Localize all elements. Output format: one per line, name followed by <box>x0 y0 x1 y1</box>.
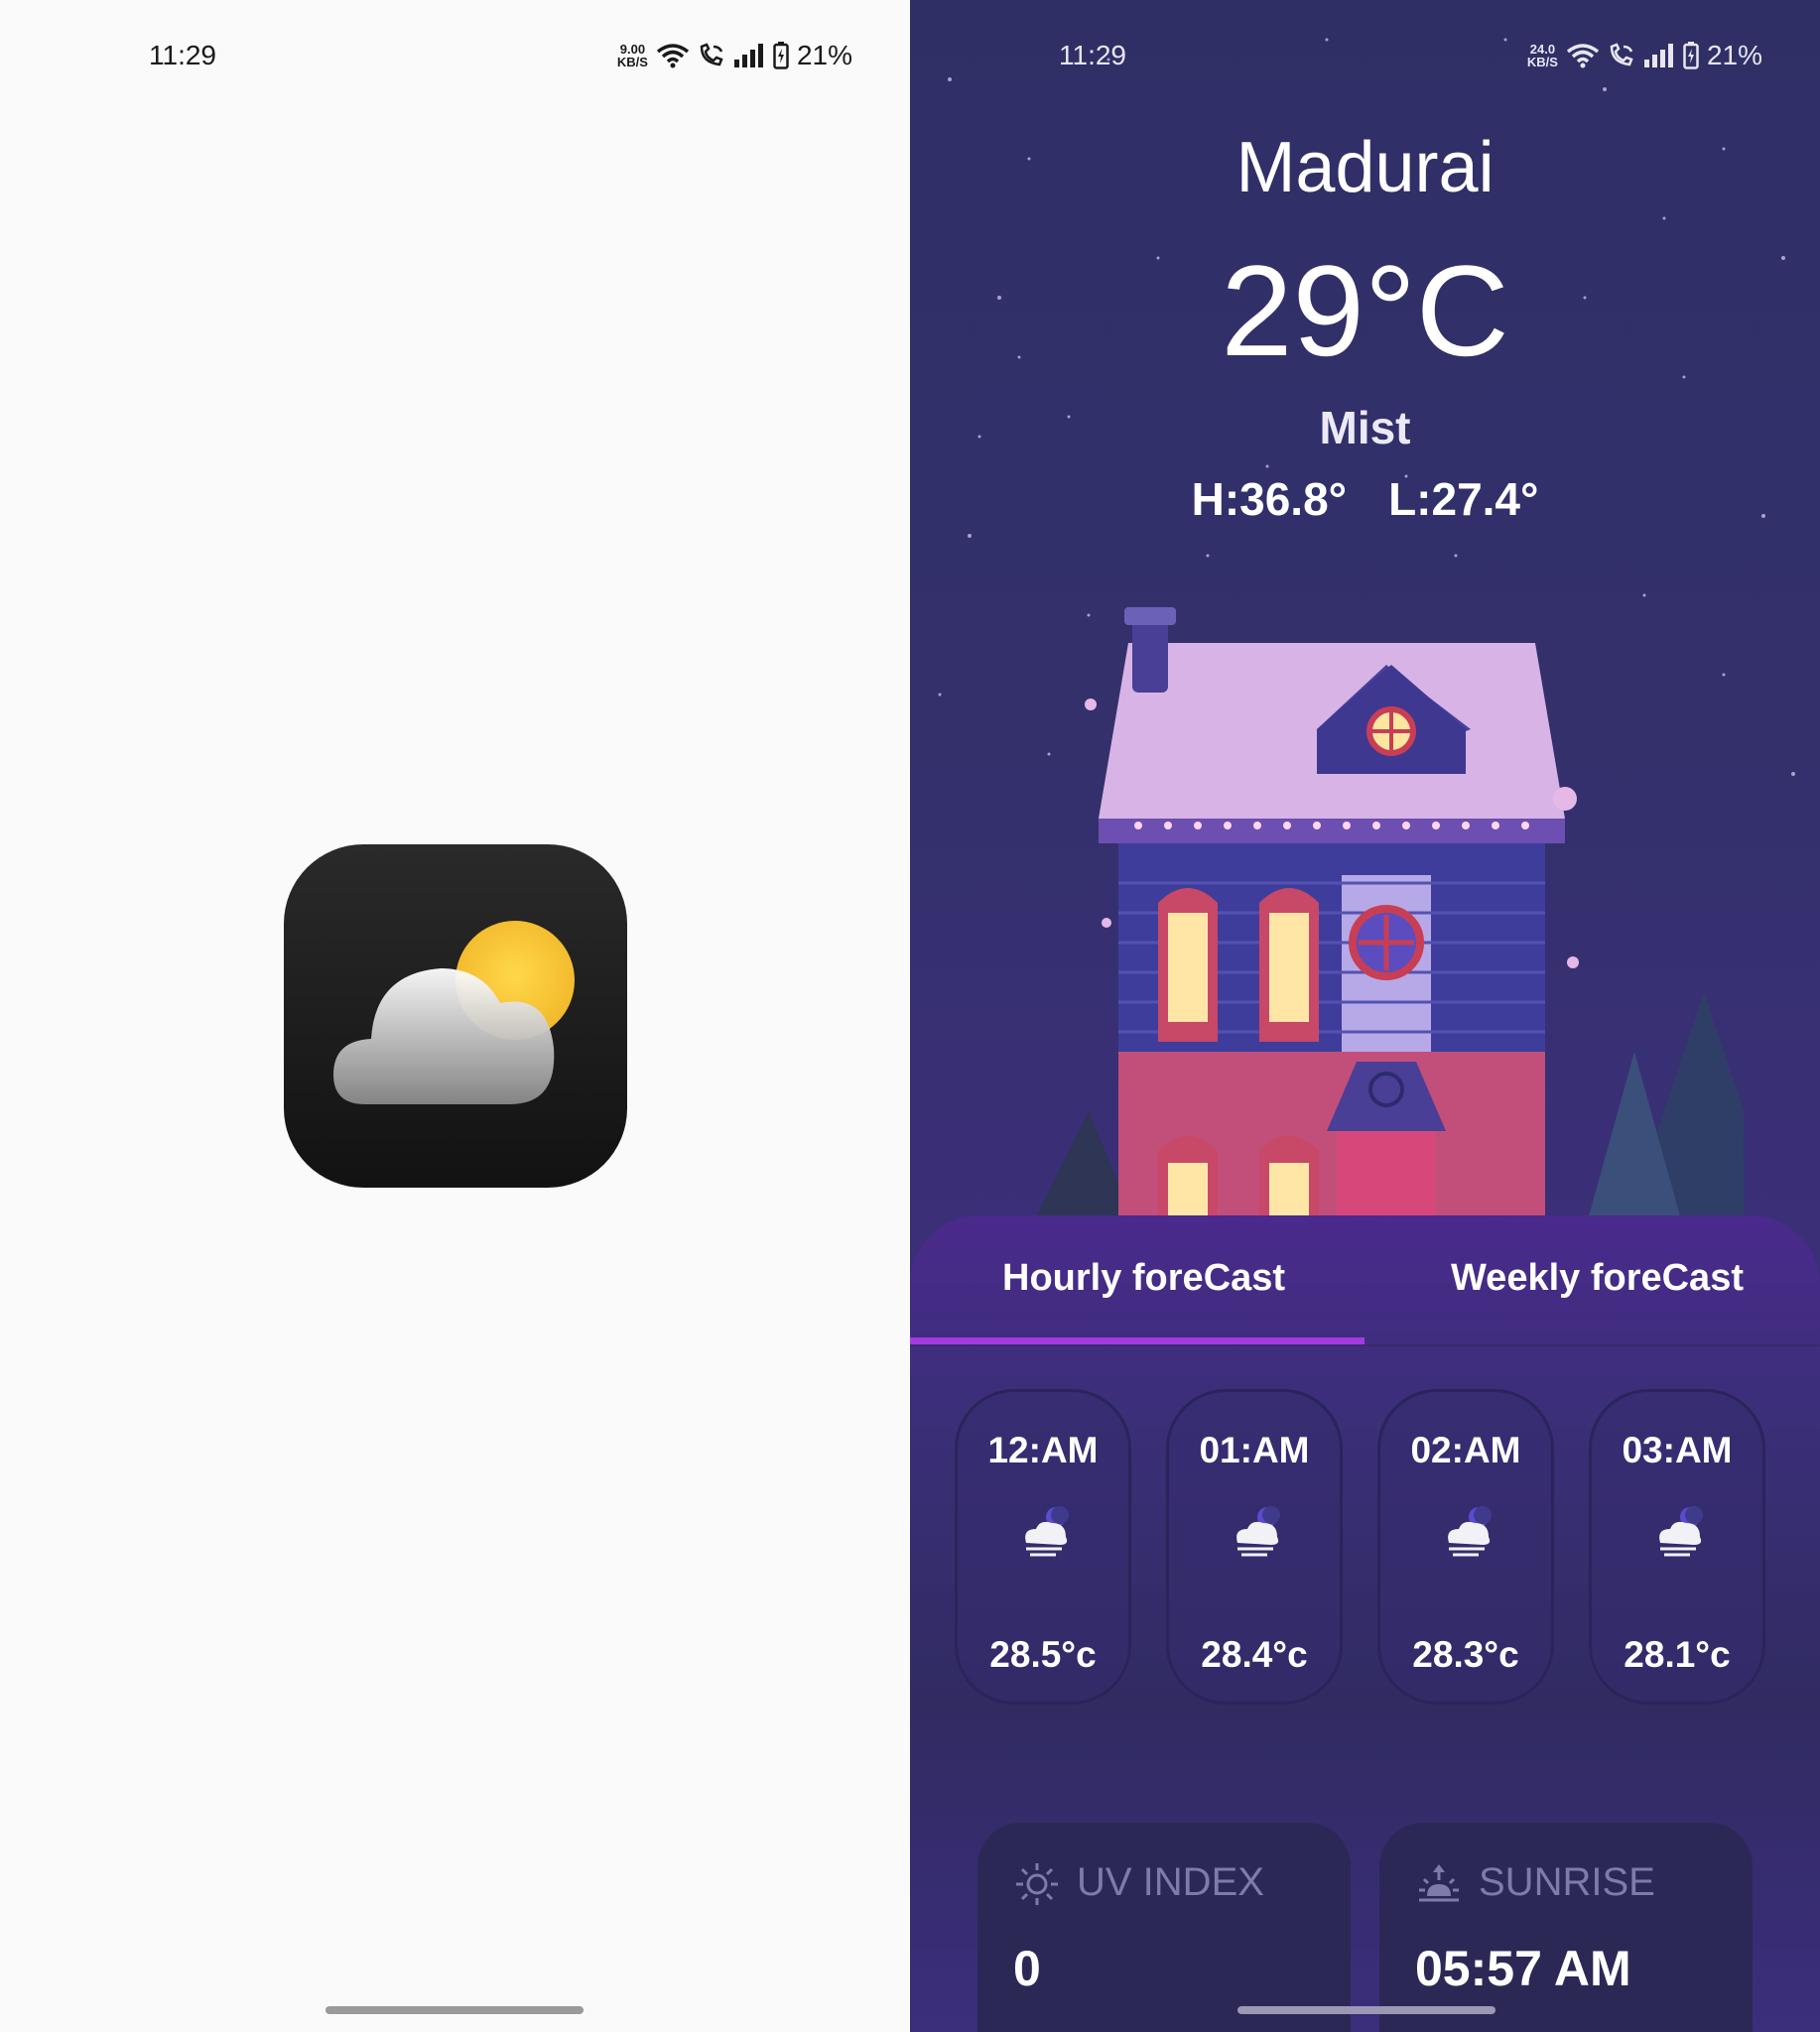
hour-temperature: 28.1°c <box>1624 1634 1731 1675</box>
network-speed: 24.0 KB/S <box>1526 42 1558 69</box>
battery-charging-icon <box>1683 42 1699 69</box>
battery-percent: 21% <box>1706 40 1762 70</box>
sunrise-value: 05:57 AM <box>1415 1941 1631 1996</box>
low-temperature: L:27.4° <box>1388 473 1539 525</box>
wifi-icon <box>656 44 690 68</box>
home-indicator[interactable] <box>1237 2006 1495 2014</box>
signal-icon <box>1643 44 1673 67</box>
sunrise-label: SUNRISE <box>1479 1860 1655 1904</box>
hour-time: 12:AM <box>987 1430 1099 1470</box>
sunrise-card[interactable]: SUNRISE 05:57 AM <box>1379 1823 1753 2032</box>
sunrise-icon <box>1419 1864 1459 1902</box>
hour-temperature: 28.3°c <box>1412 1634 1519 1675</box>
weather-screen: 11:29 24.0 KB/S 21% Madurai 29°C Mist H:… <box>910 0 1820 2032</box>
forecast-tabs: Hourly foreCast Weekly foreCast <box>910 1215 1820 1346</box>
battery-charging-icon <box>773 42 789 69</box>
hourly-card[interactable]: 02:AM 28.3°c <box>1377 1389 1554 1705</box>
high-temperature: H:36.8° <box>1191 473 1348 525</box>
hourly-card[interactable]: 01:AM 28.4°c <box>1166 1389 1343 1705</box>
forecast-sheet: Hourly foreCast Weekly foreCast 12:AM 28… <box>910 1215 1820 2032</box>
hour-time: 03:AM <box>1622 1430 1733 1470</box>
current-temperature: 29°C <box>1221 238 1509 383</box>
wifi-icon <box>1566 44 1600 68</box>
sun-icon <box>1016 1863 1058 1905</box>
weather-app-icon[interactable] <box>284 844 627 1188</box>
city-name: Madurai <box>1235 128 1495 207</box>
status-time: 11:29 <box>1059 40 1126 70</box>
status-time: 11:29 <box>149 40 216 70</box>
night-mist-icon <box>1025 1506 1069 1557</box>
hour-temperature: 28.4°c <box>1201 1634 1308 1675</box>
hour-temperature: 28.5°c <box>989 1634 1097 1675</box>
status-icons: 24.0 KB/S 21% <box>1527 40 1762 71</box>
tab-weekly-forecast[interactable]: Weekly foreCast <box>1451 1257 1744 1300</box>
wifi-call-icon <box>700 43 723 66</box>
night-mist-icon <box>1448 1506 1492 1557</box>
uv-index-label: UV INDEX <box>1077 1860 1264 1904</box>
battery-percent: 21% <box>796 40 852 70</box>
uv-index-card[interactable]: UV INDEX 0 <box>977 1823 1351 2032</box>
signal-icon <box>733 44 763 67</box>
splash-screen: 11:29 9.00 KB/S 21% <box>0 0 910 2032</box>
night-mist-icon <box>1659 1506 1703 1557</box>
active-tab-indicator <box>910 1337 1365 1344</box>
house-illustration <box>1029 607 1744 1230</box>
hourly-card[interactable]: 12:AM 28.5°c <box>955 1389 1131 1705</box>
tab-hourly-forecast[interactable]: Hourly foreCast <box>1002 1257 1285 1300</box>
home-indicator[interactable] <box>325 2006 584 2014</box>
hour-time: 01:AM <box>1199 1430 1310 1470</box>
high-low-temperature: H:36.8° L:27.4° <box>910 472 1820 526</box>
weather-condition: Mist <box>1319 402 1411 453</box>
uv-index-value: 0 <box>1013 1941 1041 1996</box>
network-speed: 9.00 KB/S <box>616 42 648 69</box>
hourly-card[interactable]: 03:AM 28.1°c <box>1589 1389 1765 1705</box>
status-icons: 9.00 KB/S 21% <box>617 40 852 71</box>
hour-time: 02:AM <box>1410 1430 1521 1470</box>
wifi-call-icon <box>1610 43 1633 66</box>
night-mist-icon <box>1236 1506 1280 1557</box>
